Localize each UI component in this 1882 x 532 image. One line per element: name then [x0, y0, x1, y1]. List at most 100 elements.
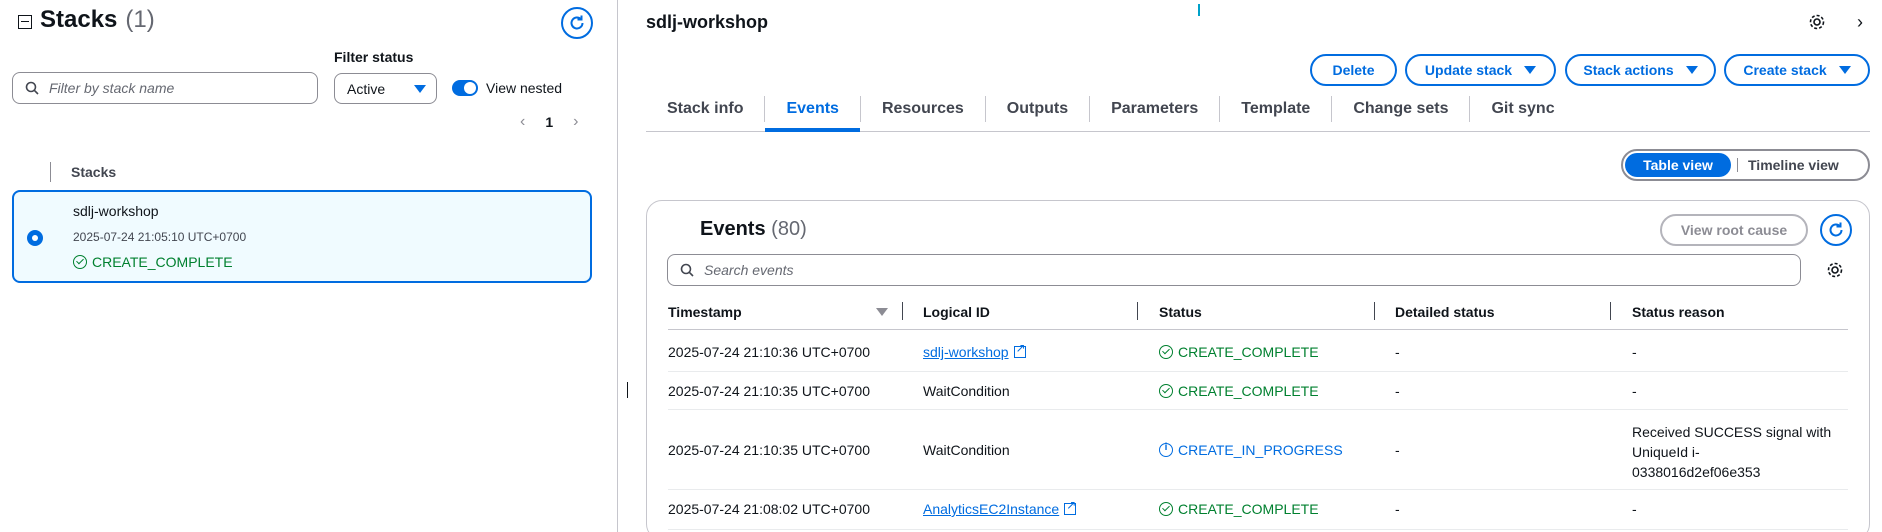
refresh-icon — [570, 15, 584, 30]
status-text: CREATE_COMPLETE — [1178, 501, 1319, 517]
cell-timestamp: 2025-07-24 21:10:35 UTC+0700 — [668, 383, 870, 399]
check-circle-icon — [1159, 384, 1173, 398]
stacks-panel-header: Stacks (1) — [18, 6, 155, 34]
external-link-icon[interactable] — [1013, 341, 1026, 358]
filter-status-value: Active — [347, 80, 386, 97]
tab-git-sync[interactable]: Git sync — [1470, 96, 1575, 122]
delete-button[interactable]: Delete — [1310, 54, 1397, 86]
view-nested-label: View nested — [486, 80, 563, 96]
status-text: CREATE_COMPLETE — [1178, 383, 1319, 399]
caret-down-icon — [414, 84, 426, 93]
status-text: CREATE_COMPLETE — [1178, 344, 1319, 360]
view-nested-toggle-wrap: View nested — [452, 80, 562, 96]
cell-logical-id: sdlj-workshop — [923, 341, 1026, 360]
text-cursor — [627, 382, 628, 398]
search-icon — [680, 263, 694, 277]
stacks-count: (1) — [125, 6, 155, 33]
view-root-cause-button[interactable]: View root cause — [1660, 214, 1808, 246]
view-nested-toggle[interactable] — [452, 80, 478, 96]
cell-timestamp: 2025-07-24 21:10:35 UTC+0700 — [668, 442, 870, 458]
cell-detailed-status: - — [1395, 442, 1400, 458]
chevron-right-icon[interactable]: › — [573, 113, 578, 131]
status-text: CREATE_IN_PROGRESS — [1178, 442, 1343, 458]
tab-change-sets[interactable]: Change sets — [1332, 96, 1471, 122]
stack-actions-label: Stack actions — [1583, 62, 1674, 78]
page-number[interactable]: 1 — [545, 114, 553, 130]
chevron-left-icon[interactable]: ‹ — [520, 113, 525, 131]
filter-stack-input[interactable]: Filter by stack name — [12, 72, 318, 104]
refresh-stacks-button[interactable] — [561, 7, 593, 39]
external-link-icon[interactable] — [1064, 498, 1076, 515]
table-row: 2025-07-24 21:10:36 UTC+0700 sdlj-worksh… — [668, 332, 1848, 372]
tab-events[interactable]: Events — [765, 96, 861, 132]
update-stack-button[interactable]: Update stack — [1405, 54, 1556, 86]
search-icon — [25, 81, 39, 95]
column-divider — [50, 162, 51, 182]
collapse-icon[interactable] — [18, 14, 32, 29]
check-circle-icon — [73, 255, 87, 269]
stack-item[interactable]: sdlj-workshop 2025-07-24 21:05:10 UTC+07… — [12, 190, 592, 283]
stack-name: sdlj-workshop — [73, 203, 159, 219]
tab-resources[interactable]: Resources — [861, 96, 986, 122]
cell-logical-id: WaitCondition — [923, 383, 1010, 399]
cell-status: CREATE_COMPLETE — [1159, 501, 1319, 517]
pagination: ‹ 1 › — [520, 113, 578, 131]
col-status[interactable]: Status — [1159, 304, 1202, 320]
cell-status-reason: - — [1632, 383, 1637, 399]
stack-status: CREATE_COMPLETE — [73, 254, 233, 270]
create-stack-label: Create stack — [1743, 62, 1827, 78]
events-title-text: Events — [700, 218, 766, 240]
events-count: (80) — [771, 218, 807, 240]
caret-down-icon — [1838, 66, 1851, 74]
col-status-reason[interactable]: Status reason — [1632, 304, 1725, 320]
refresh-events-button[interactable] — [1820, 214, 1852, 246]
stack-tabs: Stack info Events Resources Outputs Para… — [646, 96, 1870, 132]
stack-actions-button[interactable]: Stack actions — [1565, 54, 1716, 86]
cell-status-reason: - — [1632, 344, 1637, 360]
filter-placeholder: Filter by stack name — [49, 80, 175, 96]
tab-outputs[interactable]: Outputs — [986, 96, 1091, 122]
caret-down-icon — [1685, 66, 1698, 74]
filter-status-label: Filter status — [334, 49, 414, 65]
col-timestamp[interactable]: Timestamp — [668, 304, 742, 320]
create-stack-button[interactable]: Create stack — [1724, 54, 1870, 86]
cell-timestamp: 2025-07-24 21:08:02 UTC+0700 — [668, 501, 870, 517]
stack-date: 2025-07-24 21:05:10 UTC+0700 — [73, 230, 247, 244]
logical-id-link[interactable]: AnalyticsEC2Instance — [923, 501, 1059, 517]
table-view-toggle[interactable]: Table view — [1625, 153, 1731, 177]
column-divider[interactable] — [902, 302, 903, 320]
stack-radio[interactable] — [27, 230, 43, 246]
column-divider[interactable] — [1137, 302, 1138, 320]
sort-caret-icon[interactable] — [876, 308, 888, 316]
col-logical-id[interactable]: Logical ID — [923, 304, 990, 320]
stack-status-text: CREATE_COMPLETE — [92, 254, 233, 270]
chevron-right-panel-icon[interactable]: › — [1857, 12, 1863, 33]
segment-divider — [1737, 158, 1738, 172]
events-title: Events (80) — [700, 218, 807, 241]
tab-parameters[interactable]: Parameters — [1090, 96, 1221, 122]
cell-status-reason: Received SUCCESS signal with UniqueId i-… — [1632, 422, 1831, 482]
tab-template[interactable]: Template — [1220, 96, 1333, 122]
cell-status-reason: - — [1632, 501, 1637, 517]
col-detailed-status[interactable]: Detailed status — [1395, 304, 1495, 320]
caret-down-icon — [1524, 66, 1537, 74]
column-divider[interactable] — [1610, 302, 1611, 320]
timeline-view-toggle[interactable]: Timeline view — [1748, 157, 1839, 173]
stack-detail-title: sdlj-workshop — [646, 12, 769, 32]
logical-id-link[interactable]: sdlj-workshop — [923, 344, 1009, 360]
tab-stack-info[interactable]: Stack info — [646, 96, 766, 122]
table-preferences-gear-icon[interactable] — [1826, 261, 1844, 279]
stacks-column-header: Stacks — [71, 164, 117, 180]
update-stack-label: Update stack — [1424, 62, 1513, 78]
refresh-icon — [1829, 222, 1843, 237]
search-events-placeholder: Search events — [704, 262, 794, 278]
settings-gear-icon[interactable] — [1808, 13, 1826, 31]
search-events-input[interactable]: Search events — [667, 254, 1801, 286]
check-circle-icon — [1159, 345, 1173, 359]
filter-status-select[interactable]: Active — [334, 73, 437, 104]
cell-logical-id: WaitCondition — [923, 442, 1010, 458]
cell-status: CREATE_IN_PROGRESS — [1159, 442, 1343, 458]
cell-detailed-status: - — [1395, 501, 1400, 517]
cell-detailed-status: - — [1395, 383, 1400, 399]
column-divider[interactable] — [1374, 302, 1375, 320]
